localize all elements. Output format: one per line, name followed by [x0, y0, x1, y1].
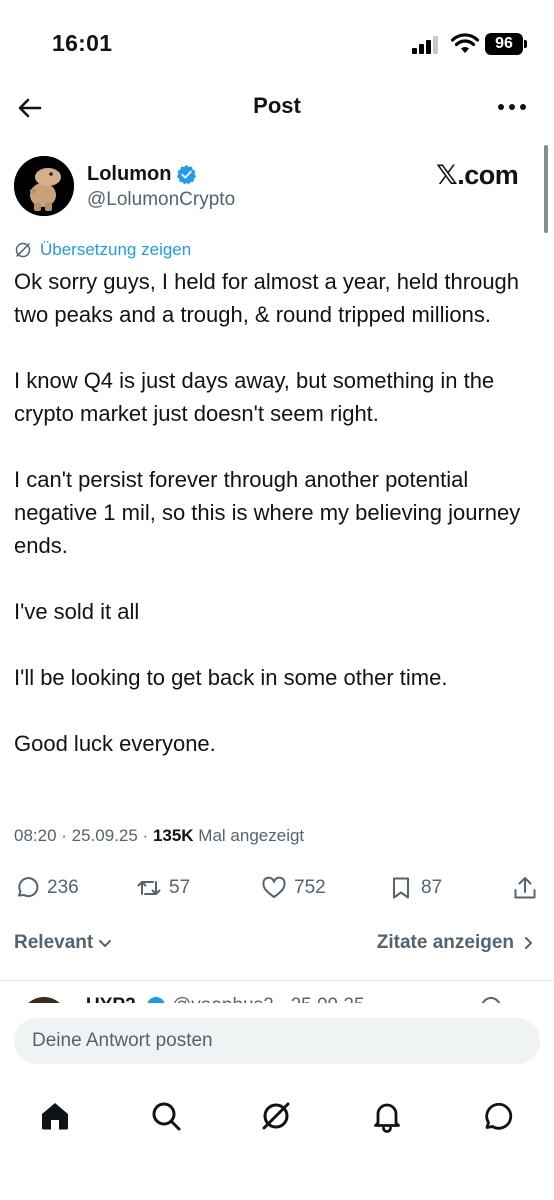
- replies-subbar: Relevant Zitate anzeigen: [0, 930, 554, 960]
- action-bar: 236 57 752 87: [0, 870, 554, 906]
- chevron-right-icon: [525, 937, 532, 949]
- share-icon: [514, 877, 536, 899]
- search-icon: [152, 1102, 181, 1131]
- chevron-down-icon: [99, 940, 112, 947]
- author-handle[interactable]: @LolumonCrypto: [87, 189, 235, 211]
- sort-dropdown[interactable]: Relevant: [14, 932, 113, 954]
- status-bar: 16:01 96: [0, 0, 554, 80]
- scrollbar[interactable]: [544, 145, 548, 233]
- like-button[interactable]: 752: [261, 870, 326, 906]
- post-meta: 08:20 · 25.09.25 · 135K Mal angezeigt: [14, 826, 304, 846]
- reply-icon: [18, 877, 39, 898]
- bookmark-count: 87: [421, 877, 443, 898]
- battery-cap: [524, 40, 527, 48]
- bell-icon: [374, 1103, 400, 1133]
- message-icon: [485, 1102, 513, 1130]
- home-icon: [42, 1103, 68, 1130]
- translate-icon: [15, 242, 31, 258]
- reply-button[interactable]: 236: [14, 870, 79, 906]
- tab-grok[interactable]: [258, 1098, 294, 1134]
- status-time: 16:01: [52, 30, 113, 56]
- reply-item[interactable]: UYP2 @yaaphus2 · 25.09.25: [0, 981, 554, 1003]
- grok-icon: [262, 1102, 290, 1130]
- battery-indicator: 96: [485, 33, 523, 55]
- repost-count: 57: [169, 877, 191, 898]
- translate-link[interactable]: Übersetzung zeigen: [14, 238, 191, 262]
- share-button[interactable]: [512, 870, 538, 906]
- page-title: Post: [253, 93, 301, 118]
- tab-messages[interactable]: [480, 1098, 516, 1134]
- tab-home[interactable]: [37, 1098, 73, 1134]
- x-watermark: 𝕏.com: [436, 160, 519, 190]
- top-nav: Post: [0, 80, 554, 134]
- repost-button[interactable]: 57: [136, 870, 190, 906]
- reply-author-handle: @yaaphus2 · 25.09.25: [172, 995, 365, 1003]
- post-views: 135K: [152, 826, 194, 845]
- repost-icon: [137, 881, 161, 895]
- post-timestamp[interactable]: 08:20 · 25.09.25 ·: [14, 826, 153, 845]
- tab-bar: [0, 1090, 554, 1142]
- post-text: Ok sorry guys, I held for almost a year,…: [14, 269, 521, 756]
- avatar[interactable]: [14, 156, 74, 216]
- cellular-signal-icon: [412, 36, 438, 54]
- heart-icon: [262, 876, 286, 898]
- tab-notifications[interactable]: [369, 1098, 405, 1134]
- wifi-icon: [451, 33, 479, 53]
- bookmark-icon: [393, 877, 409, 899]
- quotes-label: Zitate anzeigen: [376, 932, 514, 953]
- compose-placeholder: Deine Antwort posten: [32, 1030, 213, 1051]
- reply-compose-input[interactable]: Deine Antwort posten: [14, 1018, 540, 1064]
- reply-author-name[interactable]: UYP2: [86, 995, 136, 1003]
- avatar-dino-image: [14, 156, 74, 216]
- bookmark-button[interactable]: 87: [388, 870, 442, 906]
- post-views-label: Mal angezeigt: [193, 826, 305, 845]
- translate-label: Übersetzung zeigen: [40, 240, 192, 259]
- more-horizontal-icon[interactable]: [497, 102, 527, 112]
- like-count: 752: [294, 877, 326, 898]
- author-name[interactable]: Lolumon: [87, 163, 171, 186]
- reply-count: 236: [47, 877, 79, 898]
- tab-search[interactable]: [148, 1098, 184, 1134]
- sort-label: Relevant: [14, 932, 94, 953]
- view-quotes-link[interactable]: Zitate anzeigen: [377, 932, 536, 954]
- verified-badge-icon: [176, 164, 197, 185]
